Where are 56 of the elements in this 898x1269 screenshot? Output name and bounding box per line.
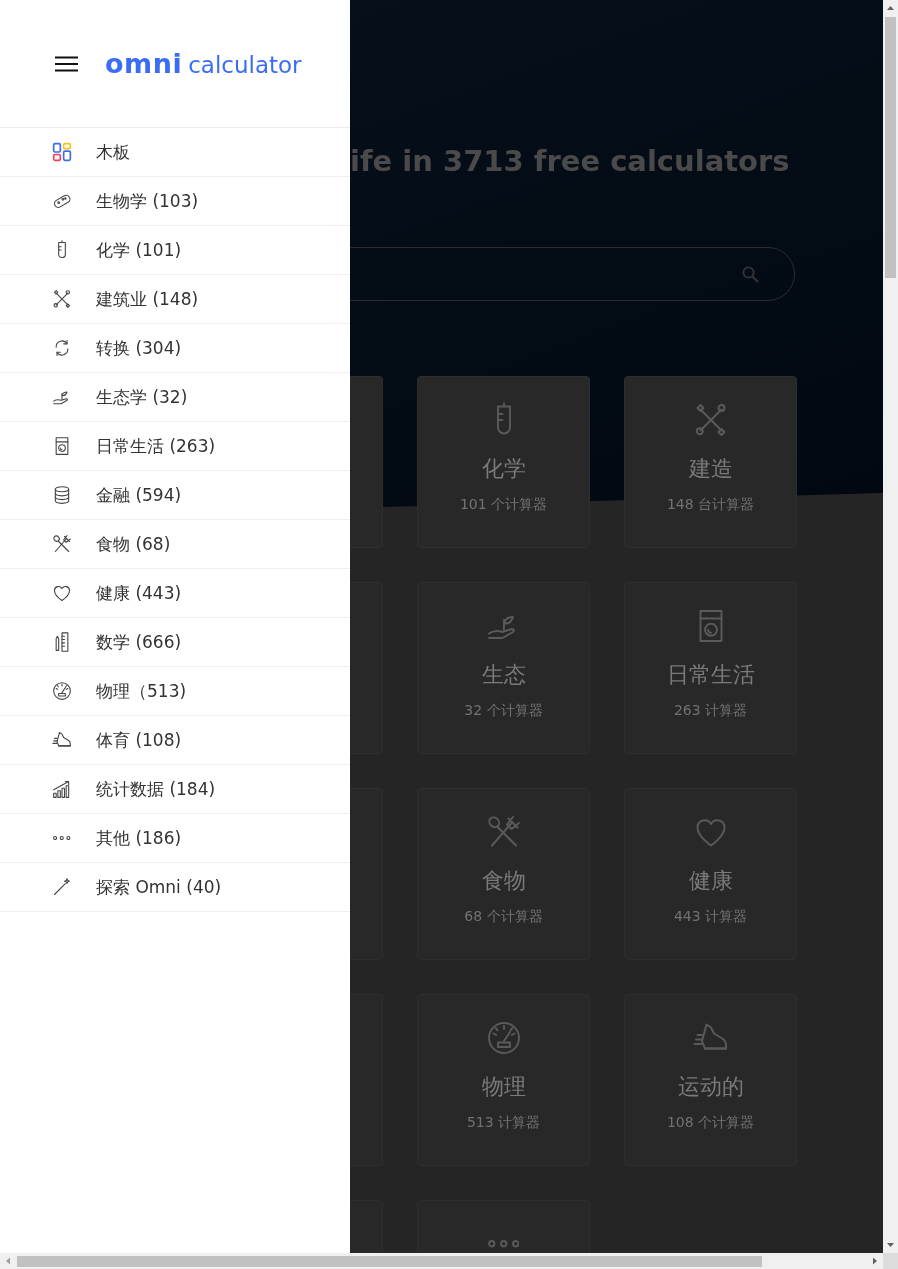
menu-item[interactable]: 数学 (666)	[0, 618, 350, 667]
menu-item[interactable]: 其他 (186)	[0, 814, 350, 863]
more-icon	[53, 835, 71, 841]
menu-item[interactable]: 建筑业 (148)	[0, 275, 350, 324]
calculator-count: 68 个计算器	[464, 908, 543, 926]
menu-icon[interactable]	[55, 56, 78, 72]
card-edge[interactable]	[350, 788, 383, 960]
category-title: 日常生活	[666, 662, 755, 688]
calculator-count: 263 计算器	[673, 702, 748, 720]
category-title: 物理	[481, 1074, 526, 1100]
fork-spoon-icon	[52, 534, 72, 554]
menu-item[interactable]: 探索 Omni (40)	[0, 863, 350, 912]
heart-icon	[52, 583, 72, 603]
magic-wand-icon	[52, 877, 72, 897]
more-icon	[487, 1240, 520, 1248]
menu-item[interactable]: 化学 (101)	[0, 226, 350, 275]
gauge-icon	[485, 1020, 522, 1056]
menu-item[interactable]: 统计数据 (184)	[0, 765, 350, 814]
menu-item[interactable]: 金融 (594)	[0, 471, 350, 520]
calculator-count: 443 计算器	[673, 908, 748, 926]
card-edge[interactable]	[350, 994, 383, 1166]
menu-item[interactable]: 物理（513)	[0, 667, 350, 716]
menu-item[interactable]: 日常生活 (263)	[0, 422, 350, 471]
hero-heading: ife in 3713 free calculators	[350, 144, 791, 178]
menu-item[interactable]: 食物 (68)	[0, 520, 350, 569]
search-icon[interactable]	[741, 264, 760, 284]
calculator-count: 513 计算器	[466, 1114, 541, 1132]
menu-item[interactable]: 生物学 (103)	[0, 177, 350, 226]
category-title: 生态	[481, 662, 526, 688]
calculator-count: 148 台计算器	[666, 496, 755, 514]
tools-icon	[52, 289, 72, 309]
calculator-count: 101 个计算器	[459, 496, 548, 514]
card-edge[interactable]	[350, 582, 383, 754]
scrollbar-thumb[interactable]	[885, 17, 896, 278]
growth-chart-icon	[52, 779, 72, 799]
calculator-count: 32 个计算器	[464, 702, 543, 720]
menu-item[interactable]: 健康 (443)	[0, 569, 350, 618]
card-edge[interactable]	[350, 376, 383, 548]
category-title: 运动的	[677, 1074, 744, 1100]
gauge-icon	[52, 681, 72, 701]
menu-item[interactable]: 生态学 (32)	[0, 373, 350, 422]
coin-stack-icon	[52, 485, 72, 505]
omni-logo[interactable]: omni calculator	[105, 50, 302, 79]
dashboard-icon	[52, 142, 72, 162]
scrollbar-thumb[interactable]	[17, 1255, 762, 1267]
menu-item[interactable]: 木板	[0, 128, 350, 177]
category-title: 化学	[481, 456, 526, 482]
scrollbar-corner	[883, 1253, 898, 1269]
menu-item[interactable]: 转换 (304)	[0, 324, 350, 373]
category-title: 建造	[688, 456, 733, 482]
logo-product: calculator	[188, 51, 302, 79]
logo-wordmark: omni	[105, 50, 183, 78]
category-title: 食物	[481, 868, 526, 894]
menu-item[interactable]: 体育 (108)	[0, 716, 350, 765]
calculator-count: 108 个计算器	[666, 1114, 755, 1132]
category-title: 健康	[688, 868, 733, 894]
